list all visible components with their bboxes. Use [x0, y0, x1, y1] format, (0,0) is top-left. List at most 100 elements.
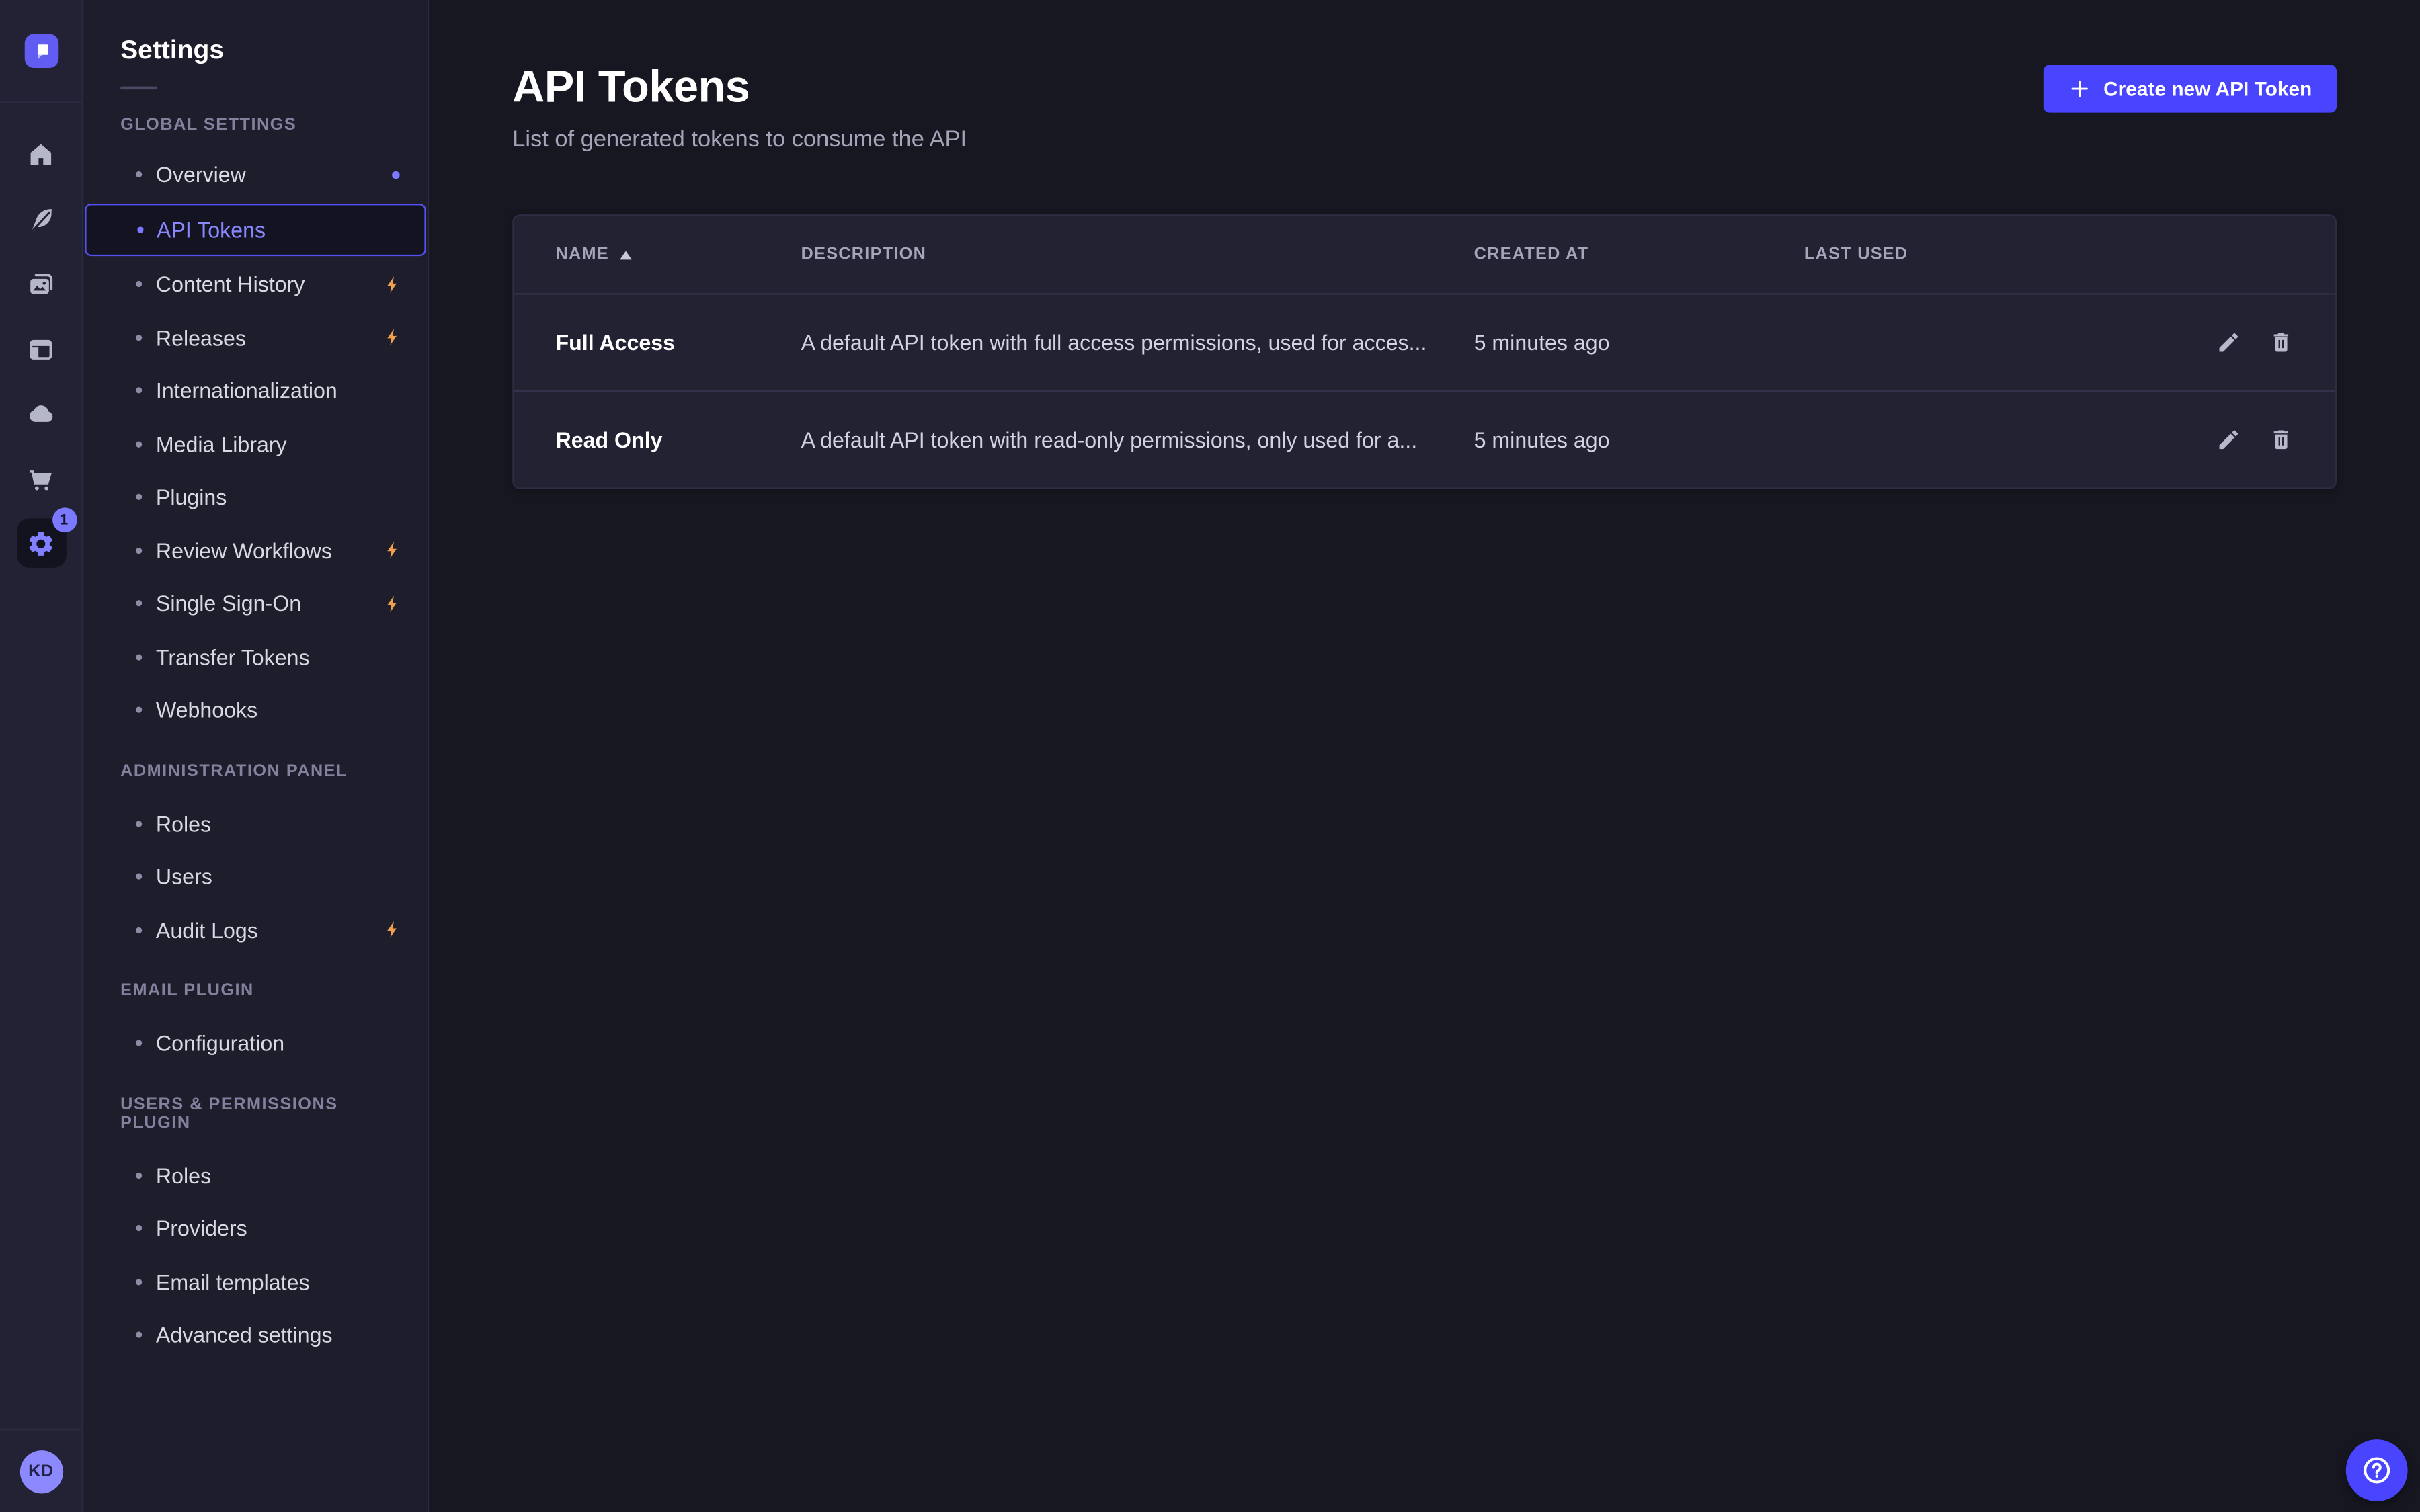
sidebar-item-label: Email templates	[156, 1269, 310, 1294]
sidebar-item-advanced-settings[interactable]: Advanced settings	[83, 1308, 428, 1361]
section-label-global-settings: GLOBAL SETTINGS	[120, 116, 403, 134]
sidebar-divider	[120, 87, 157, 90]
sidebar-title: Settings	[120, 36, 428, 67]
notification-dot-icon	[392, 171, 399, 178]
bullet-icon	[136, 171, 142, 177]
bullet-icon	[136, 1332, 142, 1338]
sidebar-item-webhooks[interactable]: Webhooks	[83, 683, 428, 737]
nav-rail: 1 KD	[0, 0, 83, 1512]
edit-pencil-icon[interactable]	[2216, 427, 2241, 452]
main-content: API Tokens List of generated tokens to c…	[429, 0, 2420, 1512]
section-label-administration-panel: ADMINISTRATION PANEL	[120, 761, 403, 780]
sidebar-item-media-library[interactable]: Media Library	[83, 417, 428, 470]
sidebar-item-label: Media Library	[156, 431, 287, 456]
sidebar-item-label: API Tokens	[157, 217, 266, 242]
sidebar-item-plugins[interactable]: Plugins	[83, 470, 428, 523]
create-api-token-label: Create new API Token	[2103, 77, 2312, 100]
sidebar-item-label: Webhooks	[156, 698, 257, 722]
bullet-icon	[136, 1279, 142, 1285]
settings-gear-icon[interactable]: 1	[16, 518, 65, 567]
bullet-icon	[136, 601, 142, 607]
strapi-logo-icon	[24, 34, 58, 69]
bullet-icon	[136, 874, 142, 880]
column-header-created-at[interactable]: CREATED AT	[1474, 245, 1804, 264]
sidebar-item-overview[interactable]: Overview	[83, 148, 428, 201]
bullet-icon	[136, 1226, 142, 1232]
home-icon[interactable]	[16, 130, 65, 179]
sidebar-item-users[interactable]: Users	[83, 850, 428, 903]
sidebar-item-label: Users	[156, 864, 212, 889]
page-subtitle: List of generated tokens to consume the …	[512, 126, 2337, 154]
settings-notification-badge: 1	[52, 507, 77, 532]
bullet-icon	[136, 226, 143, 233]
sidebar-item-content-history[interactable]: Content History	[83, 257, 428, 310]
sidebar-item-releases[interactable]: Releases	[83, 311, 428, 364]
sidebar-item-label: Roles	[156, 811, 211, 836]
sidebar-item-label: Transfer Tokens	[156, 644, 310, 669]
sidebar-item-review-workflows[interactable]: Review Workflows	[83, 523, 428, 577]
workspace-logo[interactable]	[0, 0, 82, 103]
row-actions	[2164, 427, 2294, 452]
bullet-icon	[136, 547, 142, 553]
token-name: Full Access	[556, 330, 801, 355]
lightning-icon	[382, 274, 403, 294]
sidebar-item-audit-logs[interactable]: Audit Logs	[83, 903, 428, 956]
bullet-icon	[136, 654, 142, 660]
token-name: Read Only	[556, 427, 801, 452]
rail-icon-list: 1	[0, 103, 82, 1429]
column-header-description[interactable]: DESCRIPTION	[801, 245, 1474, 264]
table-row-full-access[interactable]: Full Access A default API token with ful…	[514, 295, 2335, 390]
media-library-icon[interactable]	[16, 259, 65, 308]
table-header-row: NAME DESCRIPTION CREATED AT LAST USED	[514, 216, 2335, 294]
bullet-icon	[136, 388, 142, 394]
question-mark-icon	[2360, 1454, 2394, 1488]
content-type-builder-icon[interactable]	[16, 194, 65, 243]
sidebar-item-email-templates[interactable]: Email templates	[83, 1255, 428, 1308]
user-avatar[interactable]: KD	[19, 1450, 63, 1493]
token-description: A default API token with read-only permi…	[801, 427, 1474, 452]
sidebar-item-label: Providers	[156, 1216, 247, 1241]
lightning-icon	[382, 327, 403, 347]
bullet-icon	[136, 494, 142, 500]
sidebar-item-label: Releases	[156, 325, 246, 350]
sidebar-item-roles-up[interactable]: Roles	[83, 1148, 428, 1202]
cloud-icon[interactable]	[16, 389, 65, 438]
delete-trash-icon[interactable]	[2269, 427, 2294, 452]
sidebar-item-label: Audit Logs	[156, 917, 258, 942]
content-manager-icon[interactable]	[16, 324, 65, 373]
token-description: A default API token with full access per…	[801, 330, 1474, 355]
marketplace-cart-icon[interactable]	[16, 454, 65, 503]
edit-pencil-icon[interactable]	[2216, 330, 2241, 355]
sidebar-item-label: Advanced settings	[156, 1322, 333, 1347]
column-header-last-used[interactable]: LAST USED	[1804, 245, 2164, 264]
create-api-token-button[interactable]: Create new API Token	[2044, 65, 2337, 112]
api-tokens-table: NAME DESCRIPTION CREATED AT LAST USED Fu	[512, 214, 2337, 489]
help-button[interactable]	[2346, 1439, 2408, 1501]
column-header-label: LAST USED	[1804, 245, 1908, 264]
delete-trash-icon[interactable]	[2269, 330, 2294, 355]
sidebar-item-configuration[interactable]: Configuration	[83, 1017, 428, 1070]
sidebar-item-providers[interactable]: Providers	[83, 1202, 428, 1255]
sidebar-item-label: Review Workflows	[156, 538, 332, 563]
sidebar-item-api-tokens[interactable]: API Tokens	[85, 204, 426, 255]
lightning-icon	[382, 593, 403, 614]
table-row-read-only[interactable]: Read Only A default API token with read-…	[514, 390, 2335, 488]
sidebar-item-label: Configuration	[156, 1031, 284, 1056]
sidebar-item-single-sign-on[interactable]: Single Sign-On	[83, 577, 428, 630]
lightning-icon	[382, 540, 403, 560]
sidebar-item-internationalization[interactable]: Internationalization	[83, 364, 428, 417]
sidebar-item-transfer-tokens[interactable]: Transfer Tokens	[83, 630, 428, 683]
sidebar-item-label: Internationalization	[156, 378, 337, 403]
sidebar-item-roles-admin[interactable]: Roles	[83, 797, 428, 850]
bullet-icon	[136, 1172, 142, 1178]
app-window: 1 KD Settings GLOBAL SETTINGS Overview A…	[0, 0, 2420, 1512]
token-created-at: 5 minutes ago	[1474, 330, 1804, 355]
bullet-icon	[136, 441, 142, 447]
bullet-icon	[136, 1040, 142, 1046]
bullet-icon	[136, 821, 142, 827]
rail-footer: KD	[0, 1429, 82, 1512]
column-header-label: NAME	[556, 245, 609, 264]
column-header-name[interactable]: NAME	[556, 245, 801, 264]
bullet-icon	[136, 281, 142, 287]
sidebar-item-label: Overview	[156, 163, 246, 187]
